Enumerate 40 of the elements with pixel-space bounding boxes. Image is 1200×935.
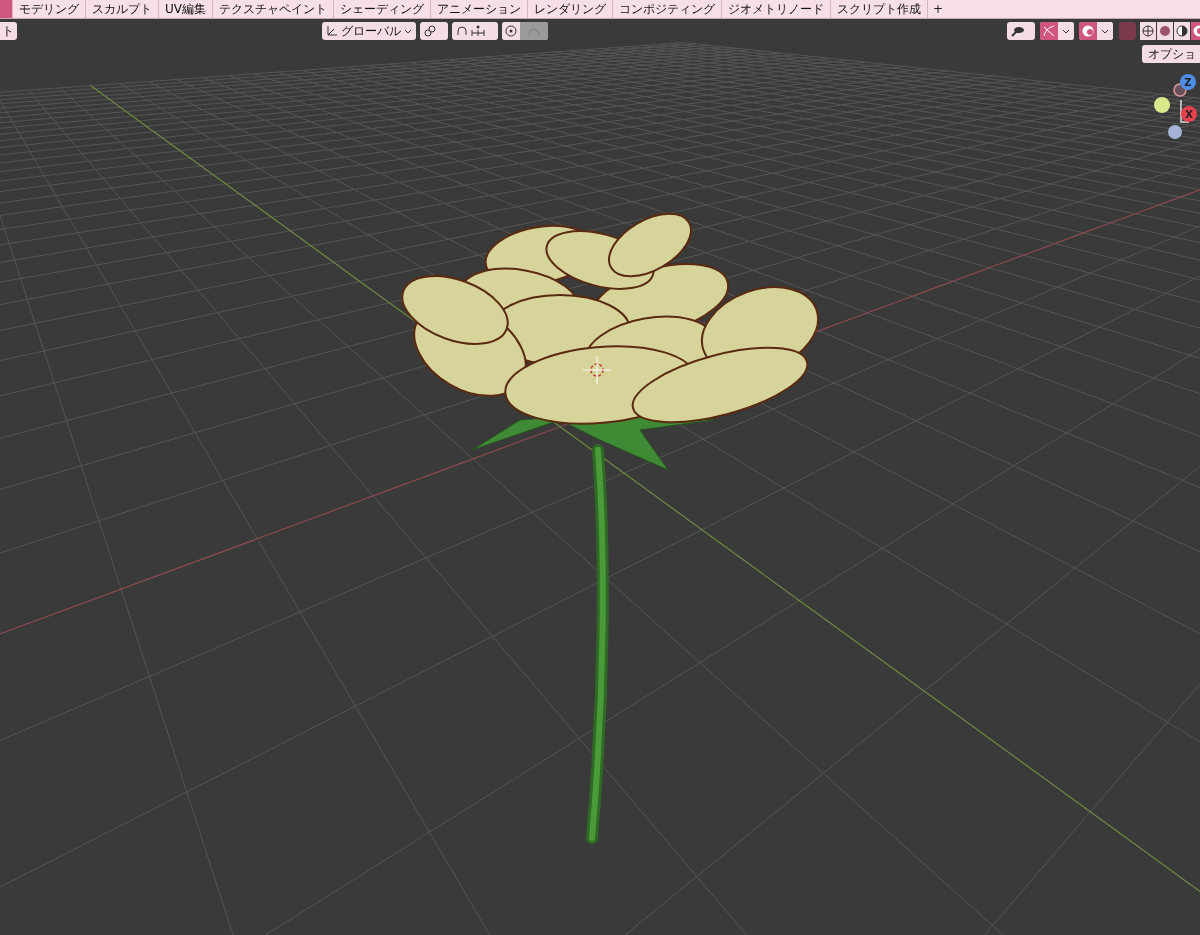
orientation-dropdown[interactable]: グローバル: [322, 22, 416, 40]
chevron-down-icon: [1062, 28, 1070, 34]
proportional-edit-toggle[interactable]: [502, 22, 520, 40]
gizmo-toggle[interactable]: [1040, 22, 1058, 40]
add-workspace-button[interactable]: +: [928, 0, 949, 18]
options-button[interactable]: オプショ: [1142, 45, 1200, 63]
workspace-tab[interactable]: レンダリング: [528, 0, 613, 18]
workspace-tab[interactable]: アニメーション: [431, 0, 528, 18]
snap-dropdown[interactable]: [452, 22, 498, 40]
mode-button[interactable]: ト: [0, 22, 17, 40]
falloff-curve-icon: [528, 27, 540, 35]
workspace-tab[interactable]: テクスチャペイント: [213, 0, 334, 18]
workspace-tab[interactable]: シェーディング: [334, 0, 431, 18]
3d-cursor-icon: [582, 355, 612, 385]
chevron-down-icon: [1101, 28, 1109, 34]
workspace-tab[interactable]: コンポジティング: [613, 0, 722, 18]
magnet-icon: [456, 25, 486, 37]
navigation-gizmo[interactable]: Z X: [1154, 74, 1197, 139]
overlays-icon: [1082, 25, 1094, 37]
shading-sphere-icon: [1159, 25, 1171, 37]
gizmo-axis-label: X: [1185, 109, 1193, 120]
workspace-tab[interactable]: UV編集: [159, 0, 213, 18]
shading-mode-button[interactable]: [1140, 22, 1156, 40]
gizmo-axis-label: Z: [1184, 77, 1192, 88]
xray-toggle[interactable]: [1119, 22, 1136, 40]
shading-sphere-icon: [1142, 25, 1154, 37]
gizmo-icon: [1043, 25, 1055, 37]
axes-icon: [326, 25, 338, 37]
visibility-dropdown[interactable]: [1007, 22, 1035, 40]
workspace-tab[interactable]: スクリプト作成: [831, 0, 928, 18]
chevron-down-icon: [404, 28, 412, 34]
link-icon: [424, 25, 436, 37]
shading-sphere-icon: [1176, 25, 1188, 37]
workspace-tab[interactable]: モデリング: [13, 0, 86, 18]
workspace-tab[interactable]: スカルプト: [86, 0, 159, 18]
workspace-tab[interactable]: ジオメトリノード: [722, 0, 831, 18]
target-icon: [505, 25, 517, 37]
overlays-toggle[interactable]: [1079, 22, 1097, 40]
pivot-dropdown[interactable]: [420, 22, 448, 40]
shading-mode-button[interactable]: [1174, 22, 1190, 40]
